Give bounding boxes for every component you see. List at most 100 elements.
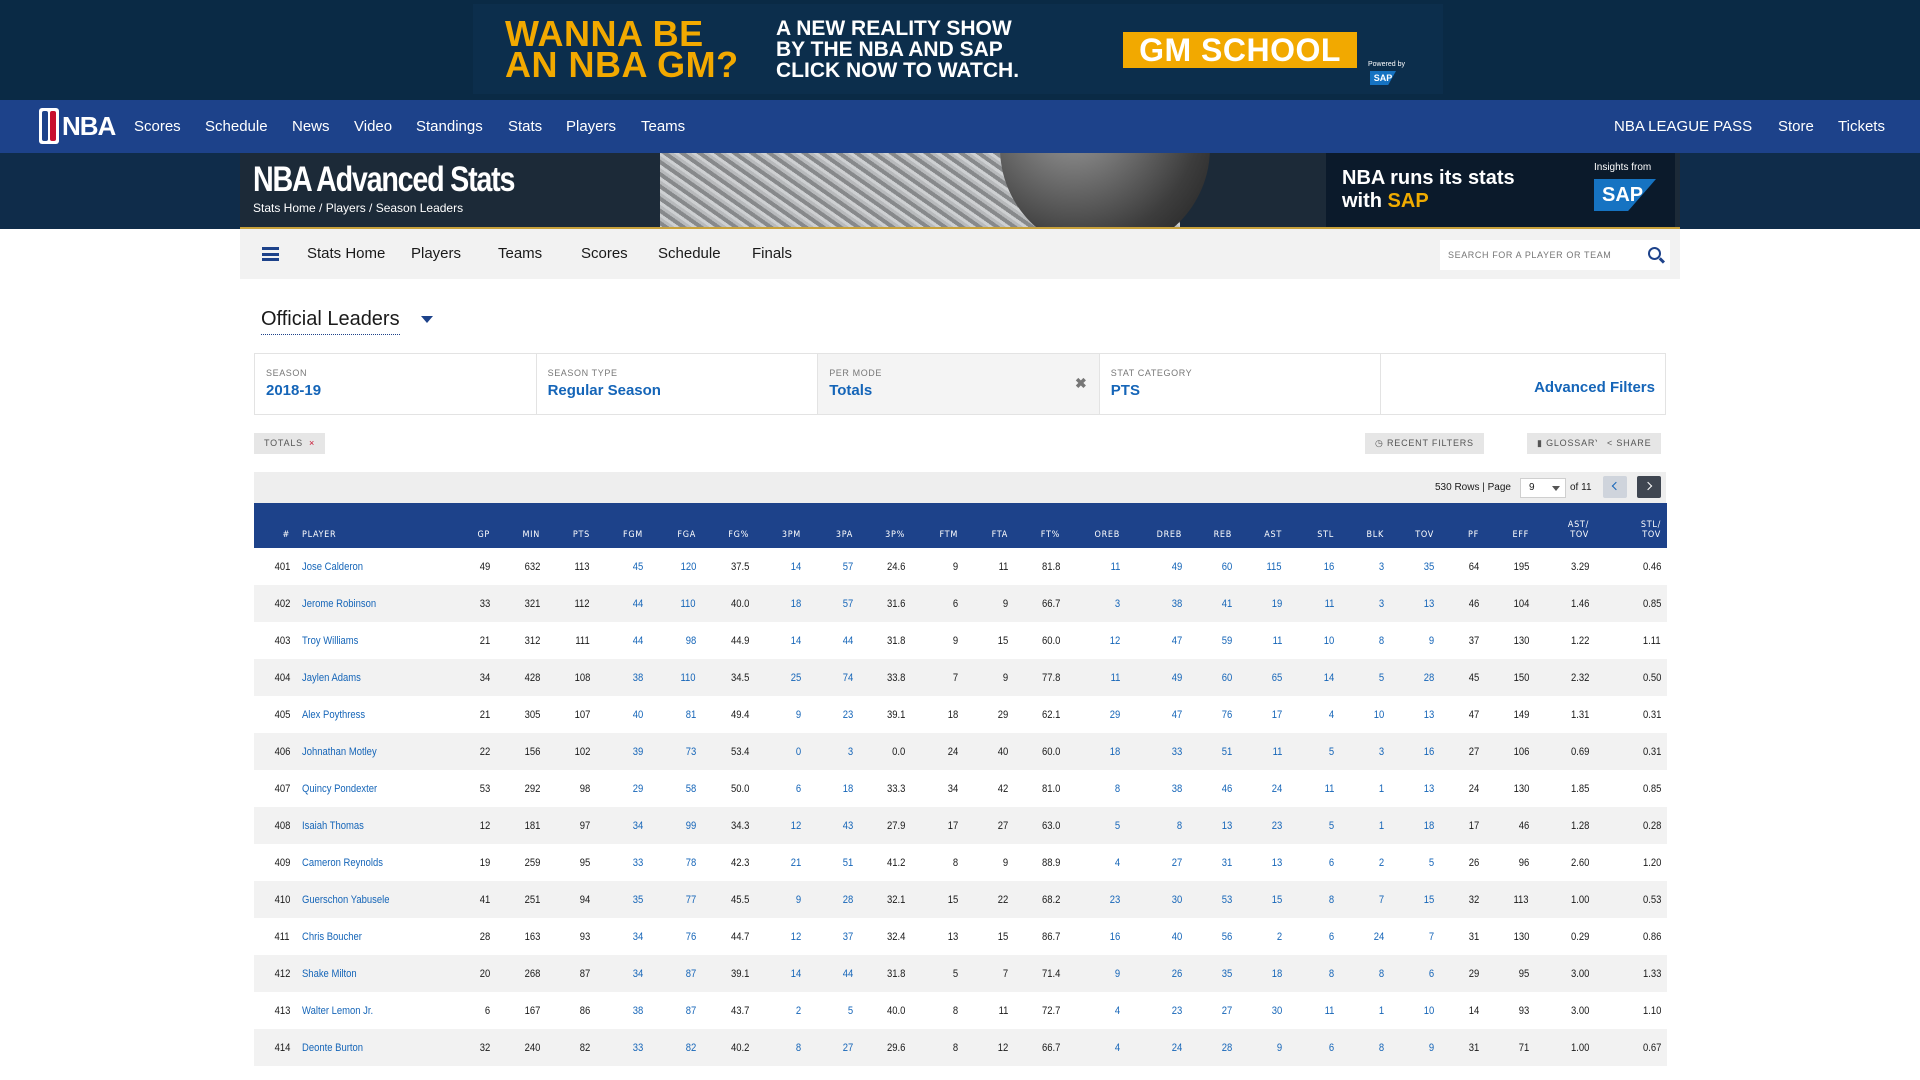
cell[interactable]: 34 bbox=[596, 918, 649, 955]
cell[interactable]: 13 bbox=[1390, 585, 1440, 622]
breadcrumb[interactable]: Stats Home / Players / Season Leaders bbox=[253, 201, 463, 216]
cell[interactable]: 11 bbox=[1238, 733, 1288, 770]
stat-cell[interactable]: 10 bbox=[1423, 1004, 1434, 1018]
player-name-link[interactable]: Jaylen Adams bbox=[302, 671, 361, 685]
stat-cell[interactable]: 28 bbox=[1423, 671, 1434, 685]
player-name-link[interactable]: Troy Williams bbox=[302, 634, 358, 648]
filter-stat-category[interactable]: Stat Category PTS bbox=[1100, 354, 1382, 414]
cell[interactable]: 11 bbox=[1288, 585, 1340, 622]
stat-cell[interactable]: 57 bbox=[842, 597, 853, 611]
cell[interactable]: 12 bbox=[755, 918, 807, 955]
cell[interactable]: 23 bbox=[1238, 807, 1288, 844]
cell[interactable]: 16 bbox=[1390, 733, 1440, 770]
stat-cell[interactable]: 18 bbox=[842, 782, 853, 796]
stat-cell[interactable]: 27 bbox=[1171, 856, 1182, 870]
column-header-ftm[interactable]: FTM bbox=[911, 503, 964, 548]
stat-cell[interactable]: 3 bbox=[1115, 597, 1120, 611]
stat-cell[interactable]: 16 bbox=[1423, 745, 1434, 759]
cell[interactable]: 7 bbox=[1340, 881, 1390, 918]
cell[interactable]: 9 bbox=[1066, 955, 1126, 992]
cell[interactable]: 47 bbox=[1126, 696, 1188, 733]
cell[interactable]: 57 bbox=[807, 585, 859, 622]
cell[interactable]: 9 bbox=[1238, 1029, 1288, 1066]
stat-cell[interactable]: 5 bbox=[1115, 819, 1120, 833]
global-nav-teams[interactable]: Teams bbox=[641, 118, 685, 136]
stat-cell[interactable]: 40 bbox=[1171, 930, 1182, 944]
cell[interactable]: 76 bbox=[1188, 696, 1238, 733]
stat-cell[interactable]: 15 bbox=[1423, 893, 1434, 907]
stat-cell[interactable]: 1 bbox=[1379, 1004, 1384, 1018]
cell[interactable]: 4 bbox=[1066, 992, 1126, 1029]
stat-cell[interactable]: 34 bbox=[632, 967, 643, 981]
cell[interactable]: 38 bbox=[596, 659, 649, 696]
cell[interactable]: 40 bbox=[1126, 918, 1188, 955]
cell[interactable]: 15 bbox=[1238, 881, 1288, 918]
cell[interactable]: 44 bbox=[807, 622, 859, 659]
cell[interactable]: 56 bbox=[1188, 918, 1238, 955]
cell[interactable]: 8 bbox=[1288, 955, 1340, 992]
stat-cell[interactable]: 18 bbox=[1423, 819, 1434, 833]
player-name-link[interactable]: Jerome Robinson bbox=[302, 597, 376, 611]
stat-cell[interactable]: 47 bbox=[1171, 634, 1182, 648]
advanced-stats-logo[interactable]: NBA Advanced Stats bbox=[253, 160, 515, 200]
player-name-link[interactable]: Shake Milton bbox=[302, 967, 357, 981]
stat-cell[interactable]: 30 bbox=[1171, 893, 1182, 907]
stat-cell[interactable]: 73 bbox=[685, 745, 696, 759]
column-header-3p[interactable]: 3P% bbox=[859, 503, 911, 548]
stat-cell[interactable]: 82 bbox=[685, 1041, 696, 1055]
cell[interactable]: 19 bbox=[1238, 585, 1288, 622]
stat-cell[interactable]: 18 bbox=[790, 597, 801, 611]
advanced-filters-link[interactable]: Advanced Filters bbox=[1534, 379, 1655, 397]
cell[interactable]: 38 bbox=[1126, 770, 1188, 807]
cell[interactable]: 87 bbox=[649, 955, 702, 992]
stat-cell[interactable]: 17 bbox=[1271, 708, 1282, 722]
cell[interactable]: 25 bbox=[755, 659, 807, 696]
cell[interactable]: 9 bbox=[755, 696, 807, 733]
cell[interactable]: 6 bbox=[755, 770, 807, 807]
player-cell[interactable]: Jaylen Adams bbox=[296, 659, 451, 696]
stat-cell[interactable]: 11 bbox=[1272, 745, 1282, 759]
global-nav-nba-league-pass[interactable]: NBA LEAGUE PASS bbox=[1614, 118, 1752, 136]
player-cell[interactable]: Johnathan Motley bbox=[296, 733, 451, 770]
stat-cell[interactable]: 44 bbox=[632, 634, 643, 648]
player-name-link[interactable]: Alex Poythress bbox=[302, 708, 365, 722]
stat-cell[interactable]: 16 bbox=[1109, 930, 1120, 944]
cell[interactable]: 6 bbox=[1390, 955, 1440, 992]
stat-cell[interactable]: 110 bbox=[681, 597, 696, 611]
global-nav-store[interactable]: Store bbox=[1778, 118, 1814, 136]
cell[interactable]: 3 bbox=[1340, 733, 1390, 770]
player-cell[interactable]: Isaiah Thomas bbox=[296, 807, 451, 844]
stat-cell[interactable]: 43 bbox=[842, 819, 853, 833]
stat-cell[interactable]: 87 bbox=[685, 967, 696, 981]
stat-cell[interactable]: 8 bbox=[1379, 967, 1384, 981]
stat-cell[interactable]: 31 bbox=[1221, 856, 1232, 870]
stat-cell[interactable]: 49 bbox=[1171, 671, 1182, 685]
stat-cell[interactable]: 98 bbox=[685, 634, 696, 648]
search-icon[interactable] bbox=[1648, 247, 1661, 260]
column-header-blk[interactable]: BLK bbox=[1340, 503, 1390, 548]
cell[interactable]: 8 bbox=[1126, 807, 1188, 844]
subnav-teams[interactable]: Teams bbox=[498, 245, 542, 263]
stat-cell[interactable]: 81 bbox=[685, 708, 696, 722]
cell[interactable]: 14 bbox=[755, 548, 807, 585]
cell[interactable]: 46 bbox=[1188, 770, 1238, 807]
cell[interactable]: 5 bbox=[1066, 807, 1126, 844]
cell[interactable]: 9 bbox=[1390, 1029, 1440, 1066]
cell[interactable]: 57 bbox=[807, 548, 859, 585]
filter-season[interactable]: Season 2018-19 bbox=[255, 354, 537, 414]
cell[interactable]: 23 bbox=[807, 696, 859, 733]
cell[interactable]: 14 bbox=[755, 955, 807, 992]
column-header-3pm[interactable]: 3PM bbox=[755, 503, 807, 548]
stat-cell[interactable]: 9 bbox=[796, 708, 801, 722]
stat-cell[interactable]: 21 bbox=[790, 856, 801, 870]
cell[interactable]: 2 bbox=[1238, 918, 1288, 955]
cell[interactable]: 44 bbox=[596, 585, 649, 622]
stat-cell[interactable]: 99 bbox=[685, 819, 696, 833]
subnav-finals[interactable]: Finals bbox=[752, 245, 792, 263]
cell[interactable]: 14 bbox=[1288, 659, 1340, 696]
stat-cell[interactable]: 29 bbox=[1109, 708, 1120, 722]
stat-cell[interactable]: 74 bbox=[842, 671, 853, 685]
cell[interactable]: 11 bbox=[1288, 992, 1340, 1029]
cell[interactable]: 5 bbox=[1390, 844, 1440, 881]
column-header-ast[interactable]: AST bbox=[1238, 503, 1288, 548]
